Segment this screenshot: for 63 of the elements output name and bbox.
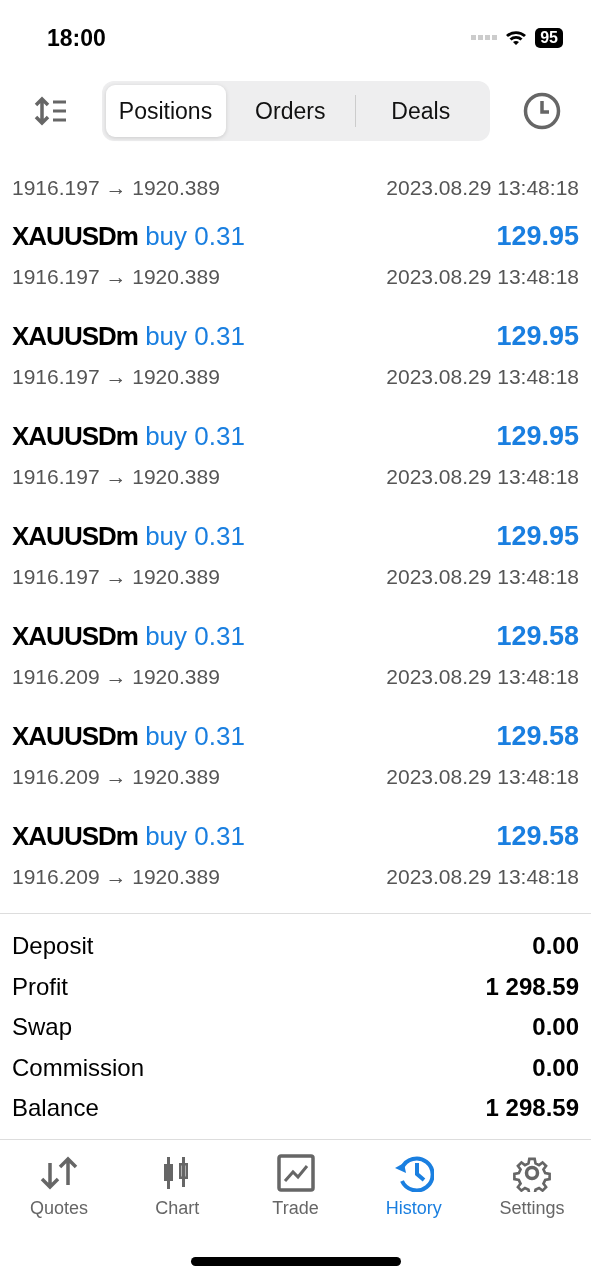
segment-tab[interactable]: Orders (225, 85, 355, 137)
nav-tab[interactable]: Settings (472, 1153, 591, 1219)
summary-value: 1 298.59 (485, 972, 579, 1001)
summary-label: Deposit (12, 932, 94, 961)
history-icon (393, 1153, 434, 1192)
profit-value: 129.95 (496, 520, 579, 552)
price-range: 1916.197 → 1920.389 (12, 365, 220, 389)
summary-value: 1 298.59 (485, 1094, 579, 1123)
trade-info: buy 0.31 (145, 320, 245, 351)
symbol-name: XAUUSDm (12, 220, 138, 251)
price-range: 1916.197 → 1920.389 (12, 565, 220, 589)
symbol-name: XAUUSDm (12, 820, 138, 851)
clock-icon[interactable] (523, 92, 561, 130)
deal-time: 2023.08.29 13:48:18 (386, 265, 579, 289)
summary-label: Balance (12, 1094, 99, 1123)
segment-tab[interactable]: Deals (356, 85, 486, 137)
wifi-icon (505, 30, 528, 46)
symbol-name: XAUUSDm (12, 520, 138, 551)
profit-value: 129.95 (496, 220, 579, 252)
summary-value: 0.00 (532, 1013, 579, 1042)
symbol-name: XAUUSDm (12, 420, 138, 451)
signal-icon (471, 35, 498, 41)
profit-value: 129.58 (496, 620, 579, 652)
profit-value: 129.95 (496, 320, 579, 352)
deal-time: 2023.08.29 13:48:18 (386, 765, 579, 789)
price-range: 1916.197 → 1920.389 (12, 465, 220, 489)
profit-value: 129.58 (496, 720, 579, 752)
deal-time: 2023.08.29 13:48:18 (386, 465, 579, 489)
summary-label: Swap (12, 1013, 73, 1042)
price-range: 1916.209 → 1920.389 (12, 665, 220, 689)
status-time: 18:00 (47, 24, 106, 52)
price-range: 1916.197 → 1920.389 (12, 265, 220, 289)
sort-icon[interactable] (34, 96, 68, 126)
trade-info: buy 0.31 (145, 220, 245, 251)
line-chart-icon (276, 1153, 315, 1192)
deal-time: 2023.08.29 13:48:18 (386, 365, 579, 389)
nav-tab[interactable]: Chart (118, 1153, 237, 1219)
price-range: 1916.197 → 1920.389 (12, 176, 220, 200)
nav-tab[interactable]: Trade (236, 1153, 355, 1219)
symbol-name: XAUUSDm (12, 320, 138, 351)
trade-info: buy 0.31 (145, 420, 245, 451)
segment-tab[interactable]: Positions (105, 85, 226, 137)
battery-indicator: 95 (535, 28, 563, 48)
deal-time: 2023.08.29 13:48:18 (386, 565, 579, 589)
trade-info: buy 0.31 (145, 620, 245, 651)
summary-label: Profit (12, 972, 68, 1001)
profit-value: 129.95 (496, 420, 579, 452)
deal-time: 2023.08.29 13:48:18 (386, 865, 579, 889)
nav-tab[interactable]: Quotes (0, 1153, 119, 1219)
summary-label: Commission (12, 1053, 145, 1082)
nav-tab[interactable]: History (354, 1153, 473, 1219)
trade-info: buy 0.31 (145, 520, 245, 551)
summary-value: 0.00 (532, 1053, 579, 1082)
price-range: 1916.209 → 1920.389 (12, 765, 220, 789)
symbol-name: XAUUSDm (12, 620, 138, 651)
trade-info: buy 0.31 (145, 820, 245, 851)
summary-value: 0.00 (532, 932, 579, 961)
trade-info: buy 0.31 (145, 720, 245, 751)
symbol-name: XAUUSDm (12, 720, 138, 751)
price-range: 1916.209 → 1920.389 (12, 865, 220, 889)
deal-time: 2023.08.29 13:48:18 (386, 665, 579, 689)
deal-time: 2023.08.29 13:48:18 (386, 176, 579, 200)
profit-value: 129.58 (496, 820, 579, 852)
